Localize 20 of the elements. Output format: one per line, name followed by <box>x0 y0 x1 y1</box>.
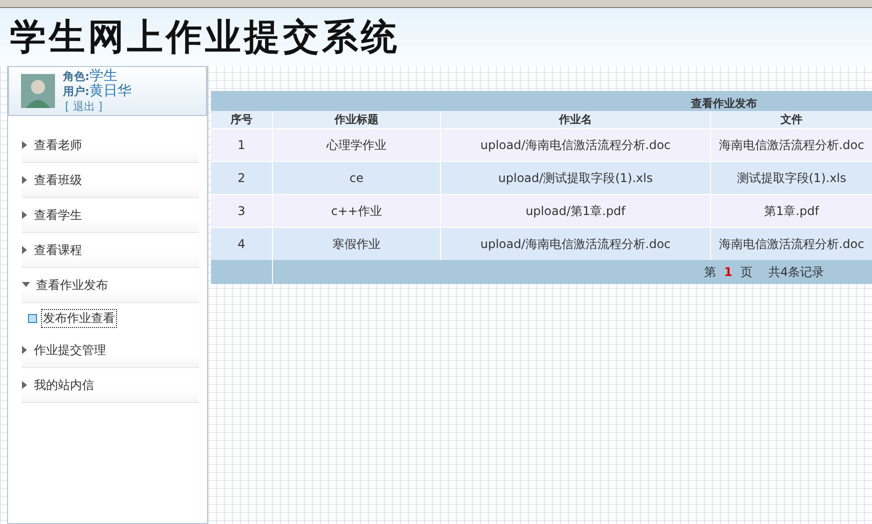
caret-right-icon <box>22 381 28 389</box>
caret-right-icon <box>22 176 28 184</box>
page-number: 1 <box>724 265 732 279</box>
role-value: 学生 <box>89 68 118 84</box>
avatar-icon <box>21 74 55 108</box>
document-icon <box>28 314 37 322</box>
site-title: 学生网上作业提交系统 <box>10 14 400 60</box>
caret-right-icon <box>22 346 28 354</box>
pager-text: 第 <box>704 264 716 280</box>
role-label: 角色: <box>63 68 90 84</box>
caret-right-icon <box>22 211 28 219</box>
record-count: 共4条记录 <box>768 264 824 280</box>
caret-right-icon <box>22 141 28 149</box>
pager-text: 页 <box>740 264 752 280</box>
user-label: 用户: <box>63 84 90 98</box>
table-title: 查看作业发布 <box>691 97 757 111</box>
user-name: 黄日华 <box>89 84 132 98</box>
submenu-item[interactable]: 发布作业查看 <box>42 310 116 326</box>
caret-right-icon <box>22 246 28 254</box>
caret-down-icon <box>22 282 30 288</box>
